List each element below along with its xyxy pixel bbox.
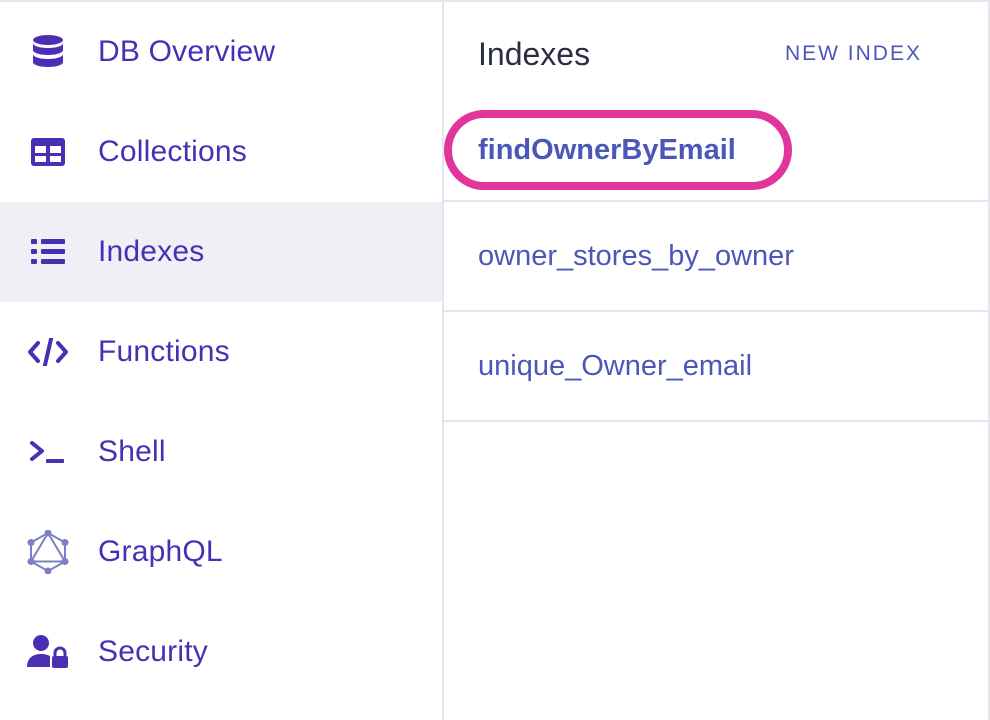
table-icon xyxy=(26,130,70,174)
index-row[interactable]: owner_stores_by_owner xyxy=(444,202,988,312)
sidebar-item-db-overview[interactable]: DB Overview xyxy=(0,2,442,102)
sidebar-item-indexes[interactable]: Indexes xyxy=(0,202,442,302)
list-icon xyxy=(26,230,70,274)
sidebar-item-label: Collections xyxy=(98,135,247,168)
sidebar-item-label: GraphQL xyxy=(98,535,223,568)
sidebar-item-graphql[interactable]: GraphQL xyxy=(0,502,442,602)
index-link-owner-stores-by-owner[interactable]: owner_stores_by_owner xyxy=(478,240,794,273)
new-index-button[interactable]: NEW INDEX xyxy=(785,42,922,66)
sidebar-item-label: Shell xyxy=(98,435,166,468)
sidebar-item-label: Indexes xyxy=(98,235,205,268)
indexes-header: Indexes NEW INDEX findOwnerByEmail xyxy=(444,2,988,202)
user-lock-icon xyxy=(26,630,70,674)
terminal-icon xyxy=(26,430,70,474)
index-row[interactable]: unique_Owner_email xyxy=(444,312,988,422)
app-window: DB Overview Collections Indexes Function… xyxy=(0,0,990,720)
sidebar-item-label: Security xyxy=(98,635,208,668)
page-title: Indexes xyxy=(478,36,591,72)
sidebar-item-shell[interactable]: Shell xyxy=(0,402,442,502)
index-link-find-owner-by-email[interactable]: findOwnerByEmail xyxy=(478,134,736,167)
indexes-panel: Indexes NEW INDEX findOwnerByEmail owner… xyxy=(444,2,990,720)
sidebar-item-label: Functions xyxy=(98,335,230,368)
sidebar-item-security[interactable]: Security xyxy=(0,602,442,702)
database-icon xyxy=(26,30,70,74)
sidebar-item-functions[interactable]: Functions xyxy=(0,302,442,402)
sidebar-item-collections[interactable]: Collections xyxy=(0,102,442,202)
sidebar-item-label: DB Overview xyxy=(98,35,276,68)
index-link-unique-owner-email[interactable]: unique_Owner_email xyxy=(478,350,752,383)
code-icon xyxy=(26,330,70,374)
sidebar: DB Overview Collections Indexes Function… xyxy=(0,2,444,720)
graphql-icon xyxy=(26,530,70,574)
